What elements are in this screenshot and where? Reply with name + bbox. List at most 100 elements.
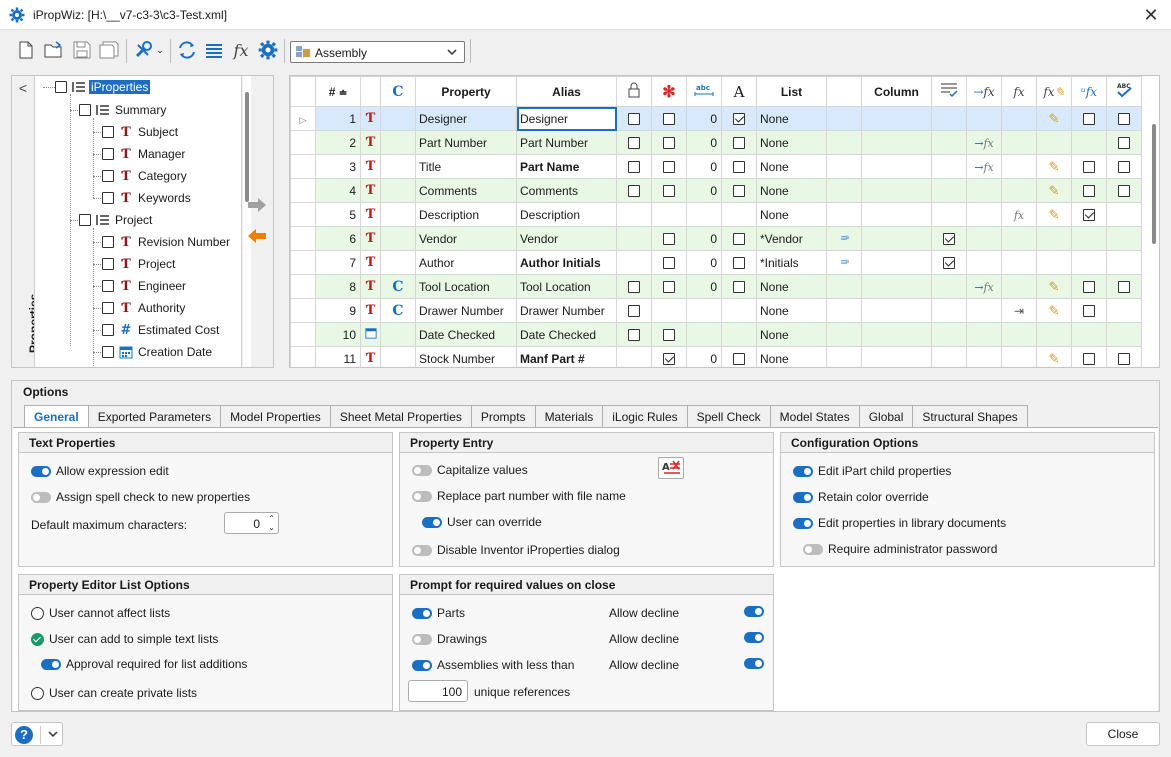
item-checkbox[interactable] bbox=[102, 192, 114, 204]
property-cell[interactable]: Comments bbox=[415, 178, 517, 203]
list-column-header[interactable]: List bbox=[756, 76, 827, 107]
expression-edit-column-header[interactable]: fx✎ bbox=[1036, 76, 1072, 107]
list-cell[interactable]: None bbox=[756, 178, 827, 203]
list-edit-icon[interactable]: ≡ͣ bbox=[841, 255, 848, 269]
spell-check-cell[interactable] bbox=[1106, 202, 1142, 227]
fx-icon[interactable]: fx bbox=[1014, 209, 1024, 222]
item-checkbox[interactable] bbox=[102, 148, 114, 160]
table-row[interactable]: 6 Ƭ Vendor Vendor 0 *Vendor ≡ͣ bbox=[290, 226, 1142, 251]
cell-checkbox[interactable] bbox=[628, 113, 640, 126]
item-checkbox[interactable] bbox=[102, 126, 114, 138]
row-indicator[interactable] bbox=[290, 130, 316, 155]
c-cell[interactable] bbox=[380, 154, 416, 179]
list-check-cell[interactable] bbox=[931, 178, 967, 203]
font-cell[interactable] bbox=[721, 298, 757, 323]
required-cell[interactable] bbox=[651, 250, 687, 275]
item-checkbox[interactable] bbox=[102, 346, 114, 358]
expression-arrow-cell[interactable] bbox=[966, 106, 1002, 131]
required-cell[interactable] bbox=[651, 322, 687, 347]
user-expression-cell[interactable] bbox=[1071, 178, 1107, 203]
list-cell[interactable]: None bbox=[756, 130, 827, 155]
parts-allow-decline-toggle[interactable] bbox=[744, 606, 769, 617]
c-cell[interactable]: C bbox=[380, 298, 416, 323]
toggle-switch[interactable] bbox=[41, 658, 61, 670]
list-check-cell[interactable] bbox=[931, 202, 967, 227]
c-cell[interactable] bbox=[380, 178, 416, 203]
property-cell[interactable]: Description bbox=[415, 202, 517, 227]
type-column-header[interactable] bbox=[360, 76, 381, 107]
spell-check-cell[interactable] bbox=[1106, 346, 1142, 367]
spell-check-cell[interactable] bbox=[1106, 106, 1142, 131]
spell-check-column-header[interactable]: ABC bbox=[1106, 76, 1142, 107]
cell-checkbox[interactable] bbox=[1083, 209, 1095, 222]
edit-ipart-toggle[interactable]: Edit iPart child properties bbox=[793, 464, 951, 478]
font-column-header[interactable]: A bbox=[721, 76, 757, 107]
toggle-switch[interactable] bbox=[412, 607, 432, 619]
cell-checkbox[interactable] bbox=[943, 257, 955, 270]
list-check-column-header[interactable] bbox=[931, 76, 967, 107]
private-lists-radio[interactable]: User can create private lists bbox=[31, 686, 197, 700]
column-cell[interactable] bbox=[861, 298, 932, 323]
list-edit-cell[interactable] bbox=[826, 322, 862, 347]
expression-cell[interactable]: fx bbox=[1001, 202, 1037, 227]
expression-cell[interactable] bbox=[1001, 154, 1037, 179]
expression-edit-cell[interactable]: ✎ bbox=[1036, 106, 1072, 131]
table-row[interactable]: 8 Ƭ C Tool Location Tool Location 0 None →fx ✎ bbox=[290, 274, 1142, 299]
list-cell[interactable]: None bbox=[756, 322, 827, 347]
tree-item[interactable]: Creation Date bbox=[102, 342, 212, 362]
tree-item[interactable]: Ƭ Keywords bbox=[102, 188, 191, 208]
item-checkbox[interactable] bbox=[102, 236, 114, 248]
pencil-icon[interactable]: ✎ bbox=[1049, 183, 1060, 198]
tab-general[interactable]: General bbox=[24, 405, 89, 428]
column-cell[interactable] bbox=[861, 154, 932, 179]
row-indicator[interactable] bbox=[290, 202, 316, 227]
row-indicator[interactable] bbox=[290, 154, 316, 179]
item-checkbox[interactable] bbox=[102, 258, 114, 270]
fx-arrow-icon[interactable]: →fx bbox=[974, 281, 994, 294]
property-cell[interactable]: Designer bbox=[415, 106, 517, 131]
property-cell[interactable]: Part Number bbox=[415, 130, 517, 155]
cell-checkbox[interactable] bbox=[733, 137, 745, 150]
cell-checkbox[interactable] bbox=[663, 161, 675, 174]
item-checkbox[interactable] bbox=[102, 324, 114, 336]
tab-spell-check[interactable]: Spell Check bbox=[686, 405, 771, 427]
list-check-cell[interactable] bbox=[931, 274, 967, 299]
column-cell[interactable] bbox=[861, 202, 932, 227]
cell-checkbox[interactable] bbox=[663, 281, 675, 294]
capitalize-settings-button[interactable]: A bbox=[658, 457, 684, 479]
font-cell[interactable] bbox=[721, 202, 757, 227]
lock-cell[interactable] bbox=[616, 154, 652, 179]
collapse-panel-button[interactable]: < bbox=[13, 77, 33, 99]
expression-cell[interactable] bbox=[1001, 226, 1037, 251]
list-edit-cell[interactable] bbox=[826, 346, 862, 367]
font-cell[interactable] bbox=[721, 106, 757, 131]
spell-check-cell[interactable] bbox=[1106, 250, 1142, 275]
cell-checkbox[interactable] bbox=[1083, 353, 1095, 366]
expression-edit-cell[interactable]: ✎ bbox=[1036, 202, 1072, 227]
user-expression-cell[interactable] bbox=[1071, 298, 1107, 323]
font-cell[interactable] bbox=[721, 154, 757, 179]
prompt-assemblies-toggle[interactable]: Assemblies with less than bbox=[412, 658, 574, 672]
list-check-cell[interactable] bbox=[931, 106, 967, 131]
font-cell[interactable] bbox=[721, 130, 757, 155]
cell-checkbox[interactable] bbox=[733, 233, 745, 246]
toggle-switch[interactable] bbox=[744, 632, 764, 643]
expression-arrow-cell[interactable] bbox=[966, 322, 1002, 347]
cell-checkbox[interactable] bbox=[1118, 113, 1130, 126]
list-cell[interactable]: None bbox=[756, 298, 827, 323]
spell-check-cell[interactable] bbox=[1106, 226, 1142, 251]
tab-sheet-metal-properties[interactable]: Sheet Metal Properties bbox=[329, 405, 472, 427]
cell-checkbox[interactable] bbox=[628, 137, 640, 150]
expression-cell[interactable] bbox=[1001, 346, 1037, 367]
scrollbar-thumb[interactable] bbox=[245, 92, 249, 202]
max-chars-cell[interactable]: 0 bbox=[686, 106, 722, 131]
tree-item[interactable]: Ƭ Manager bbox=[102, 144, 185, 164]
list-check-cell[interactable] bbox=[931, 130, 967, 155]
tab-structural-shapes[interactable]: Structural Shapes bbox=[912, 405, 1028, 427]
tab-exported-parameters[interactable]: Exported Parameters bbox=[87, 405, 222, 427]
max-chars-cell[interactable]: 0 bbox=[686, 154, 722, 179]
user-expression-cell[interactable] bbox=[1071, 202, 1107, 227]
list-cell[interactable]: None bbox=[756, 202, 827, 227]
table-row[interactable]: 5 Ƭ Description Description None fx ✎ bbox=[290, 202, 1142, 227]
spell-check-cell[interactable] bbox=[1106, 322, 1142, 347]
